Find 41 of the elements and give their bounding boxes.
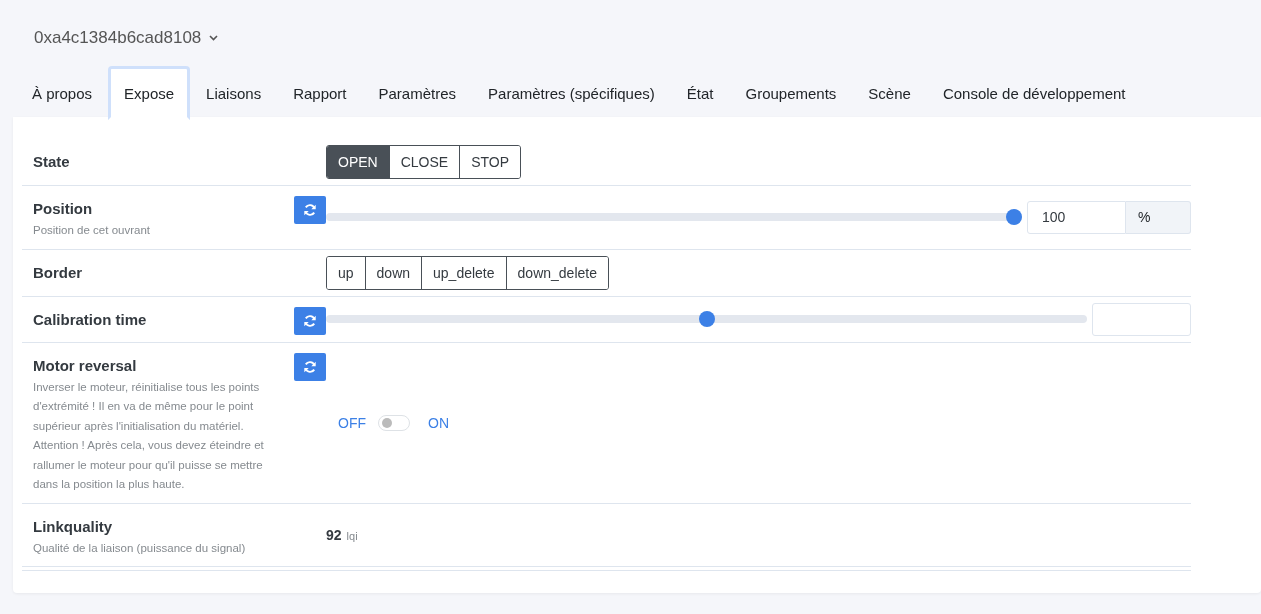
option-button[interactable]: STOP: [459, 146, 521, 178]
slider[interactable]: [326, 209, 1022, 226]
tab[interactable]: Console de développement: [926, 66, 1142, 120]
feature-label: Motor reversal: [33, 356, 138, 374]
tab[interactable]: Paramètres: [362, 66, 473, 120]
unit-label: %: [1126, 200, 1191, 234]
off-label[interactable]: OFF: [338, 414, 366, 431]
number-field[interactable]: 100: [1027, 200, 1126, 234]
feature-label: Calibration time: [33, 310, 147, 328]
option-button[interactable]: down_delete: [505, 256, 608, 289]
feature-label: Border: [33, 263, 83, 281]
refresh-icon: [303, 203, 317, 217]
feature-label: Position: [33, 200, 94, 217]
tab[interactable]: Expose: [108, 66, 191, 120]
feature-description: Position de cet ouvrant: [33, 223, 151, 238]
feature-description: Qualité de la liaison (puissance du signal): [33, 540, 247, 556]
feature-label: State: [33, 153, 70, 170]
device-selector[interactable]: 0xa4c1384b6cad8108: [34, 28, 219, 48]
refresh-icon: [303, 359, 317, 374]
refresh-button[interactable]: [294, 196, 326, 224]
feature-label: Linkquality: [33, 517, 114, 535]
tab[interactable]: Rapport: [277, 66, 363, 120]
caret-icon: [209, 35, 219, 41]
feature-description: Inverser le moteur, réinitialise tous les points d'extrémité ! Il en va de même pour le point supérieur après l'initialisation du matériel. Attention ! Après cela, vous devez éteindre et rallumer le moteur pour qu'il puisse se mettre dans la position la plus haute.: [33, 379, 265, 492]
tab[interactable]: Liaisons: [190, 66, 278, 120]
tab[interactable]: Scène: [852, 66, 927, 120]
refresh-button[interactable]: [294, 306, 326, 335]
refresh-button[interactable]: [294, 352, 326, 381]
value-text: 92: [326, 526, 342, 543]
option-button[interactable]: OPEN: [327, 146, 389, 178]
unit-label: lqi: [346, 529, 358, 542]
tab[interactable]: Paramètres (spécifiques): [472, 66, 671, 120]
slider[interactable]: [326, 311, 1087, 327]
slider-thumb[interactable]: [698, 311, 715, 327]
tab[interactable]: Groupements: [729, 66, 853, 120]
number-field[interactable]: [1092, 302, 1191, 336]
on-label[interactable]: ON: [428, 414, 449, 431]
tab[interactable]: À propos: [16, 66, 109, 120]
refresh-icon: [303, 313, 317, 328]
tab[interactable]: État: [670, 66, 730, 120]
slider-thumb[interactable]: [1006, 209, 1022, 226]
